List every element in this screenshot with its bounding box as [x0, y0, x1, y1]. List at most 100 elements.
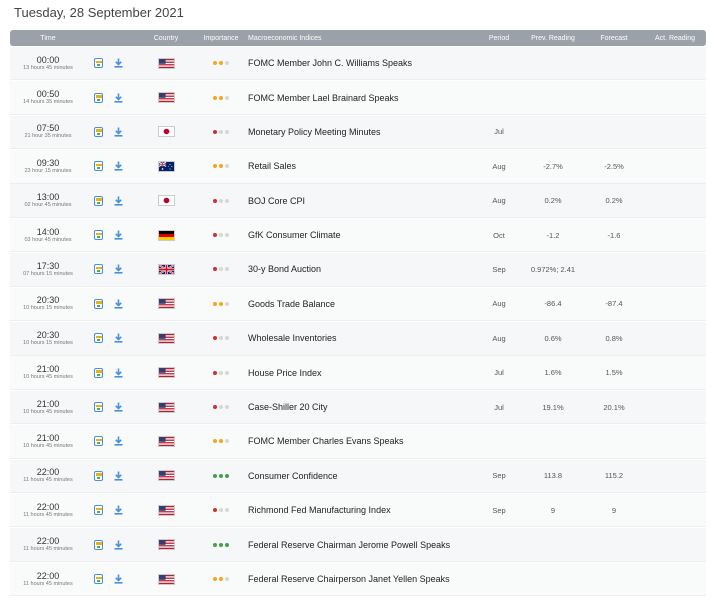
download-icon[interactable]	[114, 230, 123, 240]
event-period: Sep	[492, 471, 506, 481]
download-icon[interactable]	[114, 127, 123, 137]
download-icon[interactable]	[114, 58, 123, 68]
event-name[interactable]: GfK Consumer Climate	[248, 230, 476, 240]
header-prev-reading: Prev. Reading	[531, 34, 575, 42]
table-row[interactable]: 13:00 02 hour 45 minutes BOJ Core CPI Au…	[10, 184, 706, 218]
importance-cell	[194, 405, 248, 410]
google-calendar-icon[interactable]	[94, 230, 103, 241]
event-countdown: 10 hours 45 minutes	[23, 442, 73, 449]
importance-cell	[194, 542, 248, 547]
event-name[interactable]: Monetary Policy Meeting Minutes	[248, 127, 476, 137]
us-flag-icon	[157, 470, 175, 482]
importance-indicator	[194, 198, 248, 203]
google-calendar-icon[interactable]	[94, 539, 103, 550]
event-forecast: 1.5%	[605, 368, 623, 378]
japan-flag-icon	[157, 126, 175, 138]
event-name[interactable]: Goods Trade Balance	[248, 299, 476, 309]
event-name[interactable]: Richmond Fed Manufacturing Index	[248, 505, 476, 515]
table-row[interactable]: 00:00 13 hours 45 minutes FOMC Member Jo…	[10, 46, 706, 81]
download-icon[interactable]	[114, 402, 123, 412]
google-calendar-icon[interactable]	[94, 367, 103, 378]
event-name[interactable]: Case-Shiller 20 City	[248, 402, 476, 412]
event-name[interactable]: FOMC Member John C. Williams Speaks	[248, 58, 476, 68]
download-icon[interactable]	[114, 436, 123, 447]
google-calendar-icon[interactable]	[94, 264, 103, 275]
download-icon[interactable]	[114, 299, 123, 309]
table-row[interactable]: 22:00 11 hours 45 minutes Federal Reserv…	[10, 528, 706, 562]
event-name[interactable]: BOJ Core CPI	[248, 196, 476, 206]
us-flag-icon	[157, 367, 175, 379]
importance-dot	[225, 61, 229, 66]
google-calendar-icon[interactable]	[94, 505, 103, 516]
download-icon[interactable]	[114, 161, 123, 171]
country-cell	[138, 160, 194, 172]
importance-cell	[194, 164, 248, 169]
action-icons	[86, 402, 138, 413]
table-row[interactable]: 21:00 10 hours 45 minutes Case-Shiller 2…	[10, 390, 706, 425]
google-calendar-icon[interactable]	[94, 195, 103, 206]
event-countdown: 10 hours 45 minutes	[23, 374, 73, 381]
google-calendar-icon[interactable]	[94, 333, 103, 344]
table-row[interactable]: 21:00 10 hours 45 minutes FOMC Member Ch…	[10, 425, 706, 459]
importance-dot	[225, 233, 229, 238]
event-name[interactable]: Retail Sales	[248, 161, 476, 171]
event-name[interactable]: 30-y Bond Auction	[248, 264, 476, 274]
importance-cell	[194, 301, 248, 306]
google-calendar-icon[interactable]	[94, 58, 103, 69]
event-name[interactable]: Federal Reserve Chairperson Janet Yellen…	[248, 574, 476, 584]
event-period: Jul	[494, 368, 504, 378]
table-row[interactable]: 20:30 10 hours 15 minutes Goods Trade Ba…	[10, 287, 706, 322]
importance-dot	[219, 164, 223, 169]
event-prev-reading: -2.7%	[543, 161, 563, 171]
table-row[interactable]: 07:50 21 hour 35 minutes Monetary Policy…	[10, 115, 706, 150]
action-icons	[86, 264, 138, 275]
table-row[interactable]: 09:30 23 hour 15 minutes Retail Sales Au…	[10, 150, 706, 184]
download-icon[interactable]	[114, 196, 123, 206]
google-calendar-icon[interactable]	[94, 92, 103, 103]
google-calendar-icon[interactable]	[94, 298, 103, 309]
event-name[interactable]: Consumer Confidence	[248, 471, 476, 481]
table-row[interactable]: 00:50 14 hours 35 minutes FOMC Member La…	[10, 81, 706, 115]
table-row[interactable]: 22:00 11 hours 45 minutes Consumer Confi…	[10, 459, 706, 494]
download-icon[interactable]	[114, 333, 123, 343]
time-cell: 22:00 11 hours 45 minutes	[10, 502, 86, 519]
time-cell: 00:00 13 hours 45 minutes	[10, 55, 86, 72]
table-row[interactable]: 22:00 11 hours 45 minutes Richmond Fed M…	[10, 493, 706, 528]
event-name[interactable]: Federal Reserve Chairman Jerome Powell S…	[248, 540, 476, 550]
event-period: Aug	[492, 299, 506, 309]
download-icon[interactable]	[114, 505, 123, 515]
event-name[interactable]: Wholesale Inventories	[248, 333, 476, 343]
download-icon[interactable]	[114, 368, 123, 378]
importance-cell	[194, 370, 248, 375]
event-time: 20:30	[36, 295, 60, 306]
table-row[interactable]: 17:30 07 hours 15 minutes 30-y Bond Auct…	[10, 253, 706, 287]
event-name[interactable]: FOMC Member Charles Evans Speaks	[248, 436, 476, 446]
table-row[interactable]: 20:30 10 hours 15 minutes Wholesale Inve…	[10, 322, 706, 356]
importance-dot	[225, 129, 229, 134]
google-calendar-icon[interactable]	[94, 470, 103, 481]
event-name[interactable]: House Price Index	[248, 368, 476, 378]
google-calendar-icon[interactable]	[94, 436, 103, 447]
table-row[interactable]: 14:00 03 hour 45 minutes GfK Consumer Cl…	[10, 218, 706, 253]
download-icon[interactable]	[114, 471, 123, 481]
google-calendar-icon[interactable]	[94, 402, 103, 413]
google-calendar-icon[interactable]	[94, 161, 103, 172]
action-icons	[86, 58, 138, 69]
google-calendar-icon[interactable]	[94, 126, 103, 137]
importance-indicator	[194, 370, 248, 375]
time-cell: 14:00 03 hour 45 minutes	[10, 227, 86, 244]
importance-cell	[194, 439, 248, 444]
action-icons	[86, 230, 138, 241]
table-row[interactable]: 22:00 11 hours 45 minutes Federal Reserv…	[10, 562, 706, 597]
country-cell	[138, 332, 194, 344]
download-icon[interactable]	[114, 574, 123, 584]
download-icon[interactable]	[114, 540, 123, 550]
event-name[interactable]: FOMC Member Lael Brainard Speaks	[248, 93, 476, 103]
us-flag-icon	[157, 92, 175, 104]
download-icon[interactable]	[114, 93, 123, 103]
download-icon[interactable]	[114, 264, 123, 275]
google-calendar-icon[interactable]	[94, 574, 103, 584]
event-time: 22:00	[36, 536, 60, 547]
table-row[interactable]: 21:00 10 hours 45 minutes House Price In…	[10, 356, 706, 390]
importance-dot	[225, 577, 229, 581]
